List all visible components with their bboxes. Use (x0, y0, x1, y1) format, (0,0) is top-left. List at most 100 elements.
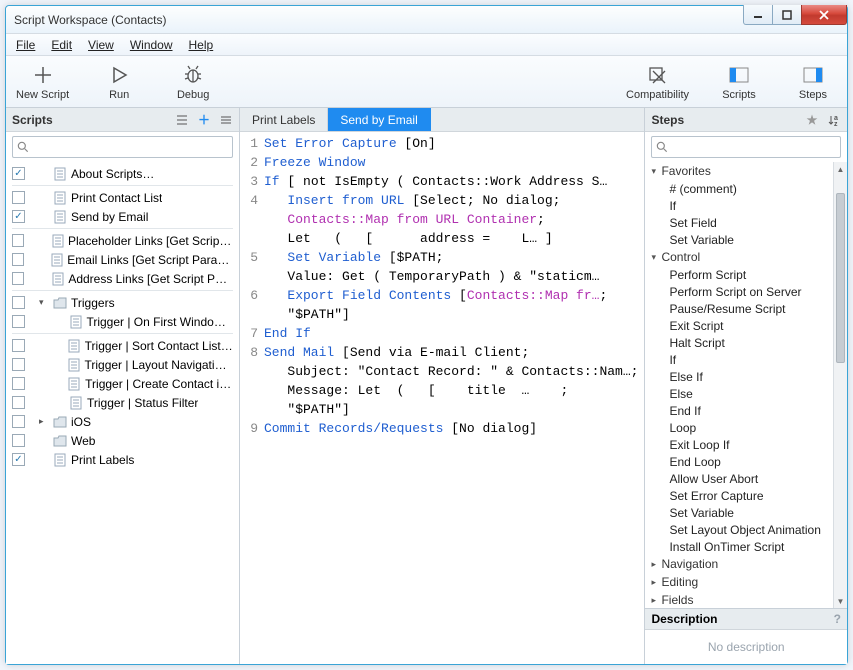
script-tree-item[interactable]: Address Links [Get Script Para… (6, 269, 239, 288)
run-button[interactable]: Run (95, 63, 143, 101)
step-item[interactable]: Install OnTimer Script (645, 538, 833, 555)
script-tree-item[interactable]: Web (6, 431, 239, 450)
script-tree-item[interactable]: Trigger | Layout Navigation… (6, 355, 239, 374)
scripts-list-icon[interactable] (175, 113, 189, 127)
scripts-search-input[interactable] (12, 136, 233, 158)
step-group[interactable]: ▾Control (645, 248, 833, 266)
steps-search-input[interactable] (651, 136, 841, 158)
step-item[interactable]: Perform Script on Server (645, 283, 833, 300)
steps-pane-button[interactable]: Steps (789, 63, 837, 101)
script-tree-item[interactable]: Print Contact List (6, 188, 239, 207)
debug-button[interactable]: Debug (169, 63, 217, 101)
step-item[interactable]: End Loop (645, 453, 833, 470)
script-tree-item[interactable]: Send by Email (6, 207, 239, 226)
script-checkbox[interactable] (12, 253, 24, 266)
step-item[interactable]: Loop (645, 419, 833, 436)
code-line[interactable]: Subject: "Contact Record: " & Contacts::… (240, 362, 644, 381)
code-line[interactable]: 6 Export Field Contents [Contacts::Map f… (240, 286, 644, 305)
steps-list[interactable]: ▾Favorites# (comment)IfSet FieldSet Vari… (645, 162, 847, 608)
code-line[interactable]: 3If [ not IsEmpty ( Contacts::Work Addre… (240, 172, 644, 191)
code-line[interactable]: 4 Insert from URL [Select; No dialog; (240, 191, 644, 210)
step-item[interactable]: End If (645, 402, 833, 419)
scroll-thumb[interactable] (836, 193, 845, 363)
script-tree-item[interactable]: ▾Triggers (6, 293, 239, 312)
step-item[interactable]: If (645, 197, 833, 214)
step-item[interactable]: Set Variable (645, 231, 833, 248)
step-item[interactable]: Allow User Abort (645, 470, 833, 487)
step-item[interactable]: Set Field (645, 214, 833, 231)
menu-view[interactable]: View (88, 38, 114, 52)
code-line[interactable]: 8Send Mail [Send via E-mail Client; (240, 343, 644, 362)
close-button[interactable] (801, 5, 847, 25)
step-item[interactable]: Perform Script (645, 266, 833, 283)
step-item[interactable]: If (645, 351, 833, 368)
script-checkbox[interactable] (12, 210, 25, 223)
step-item[interactable]: Exit Script (645, 317, 833, 334)
script-checkbox[interactable] (12, 358, 25, 371)
step-item[interactable]: Set Error Capture (645, 487, 833, 504)
minimize-button[interactable] (743, 5, 773, 25)
menu-window[interactable]: Window (130, 38, 173, 52)
code-line[interactable]: Message: Let ( [ title … ; (240, 381, 644, 400)
code-line[interactable]: 2Freeze Window (240, 153, 644, 172)
script-checkbox[interactable] (12, 315, 25, 328)
step-item[interactable]: Halt Script (645, 334, 833, 351)
script-checkbox[interactable] (12, 234, 24, 247)
new-script-button[interactable]: New Script (16, 63, 69, 101)
code-line[interactable]: "$PATH"] (240, 400, 644, 419)
script-checkbox[interactable] (12, 296, 25, 309)
script-tree-item[interactable]: About Scripts… (6, 164, 239, 183)
code-line[interactable]: 9Commit Records/Requests [No dialog] (240, 419, 644, 438)
tab-send-by-email[interactable]: Send by Email (328, 108, 430, 131)
scripts-tree[interactable]: About Scripts… Print Contact ListSend by … (6, 162, 239, 664)
new-script-icon[interactable]: ＋ (197, 113, 211, 127)
step-item[interactable]: # (comment) (645, 180, 833, 197)
menu-file[interactable]: File (16, 38, 35, 52)
script-checkbox[interactable] (12, 167, 25, 180)
step-item[interactable]: Pause/Resume Script (645, 300, 833, 317)
script-tree-item[interactable]: Trigger | Create Contact in… (6, 374, 239, 393)
code-line[interactable]: Value: Get ( TemporaryPath ) & "staticm… (240, 267, 644, 286)
step-item[interactable]: Set Variable (645, 504, 833, 521)
script-checkbox[interactable] (12, 377, 25, 390)
step-item[interactable]: Else If (645, 368, 833, 385)
scripts-pane-button[interactable]: Scripts (715, 63, 763, 101)
compatibility-button[interactable]: Compatibility (626, 63, 689, 101)
favorite-star-icon[interactable]: ★ (805, 113, 819, 127)
steps-scrollbar[interactable]: ▲ ▼ (833, 162, 847, 608)
scroll-up-icon[interactable]: ▲ (834, 162, 847, 176)
code-line[interactable]: 7End If (240, 324, 644, 343)
code-line[interactable]: 1Set Error Capture [On] (240, 134, 644, 153)
scroll-down-icon[interactable]: ▼ (834, 594, 847, 608)
code-line[interactable]: Contacts::Map from URL Container; (240, 210, 644, 229)
help-icon[interactable]: ? (834, 612, 841, 626)
script-checkbox[interactable] (12, 396, 25, 409)
code-line[interactable]: 5 Set Variable [$PATH; (240, 248, 644, 267)
step-item[interactable]: Else (645, 385, 833, 402)
step-item[interactable]: Exit Loop If (645, 436, 833, 453)
script-tree-item[interactable]: Email Links [Get Script Paramet… (6, 250, 239, 269)
code-line[interactable]: Let ( [ address = L… ] (240, 229, 644, 248)
step-group[interactable]: ▾Favorites (645, 162, 833, 180)
script-checkbox[interactable] (12, 434, 25, 447)
script-tree-item[interactable]: Placeholder Links [Get Script P… (6, 231, 239, 250)
step-group[interactable]: ▸Editing (645, 573, 833, 591)
maximize-button[interactable] (772, 5, 802, 25)
script-checkbox[interactable] (12, 415, 25, 428)
script-tree-item[interactable]: Trigger | Sort Contact List [… (6, 336, 239, 355)
step-group[interactable]: ▸Fields (645, 591, 833, 608)
step-item[interactable]: Set Layout Object Animation (645, 521, 833, 538)
script-editor[interactable]: 1Set Error Capture [On]2Freeze Window3If… (240, 132, 644, 664)
script-checkbox[interactable] (12, 453, 25, 466)
script-checkbox[interactable] (12, 339, 25, 352)
sort-icon[interactable]: az (827, 113, 841, 127)
script-tree-item[interactable]: Print Labels (6, 450, 239, 469)
code-line[interactable]: "$PATH"] (240, 305, 644, 324)
tab-print-labels[interactable]: Print Labels (240, 108, 328, 131)
script-checkbox[interactable] (12, 272, 24, 285)
script-tree-item[interactable]: ▸iOS (6, 412, 239, 431)
script-tree-item[interactable]: Trigger | Status Filter (6, 393, 239, 412)
step-group[interactable]: ▸Navigation (645, 555, 833, 573)
script-checkbox[interactable] (12, 191, 25, 204)
script-tree-item[interactable]: Trigger | On First Window… (6, 312, 239, 331)
